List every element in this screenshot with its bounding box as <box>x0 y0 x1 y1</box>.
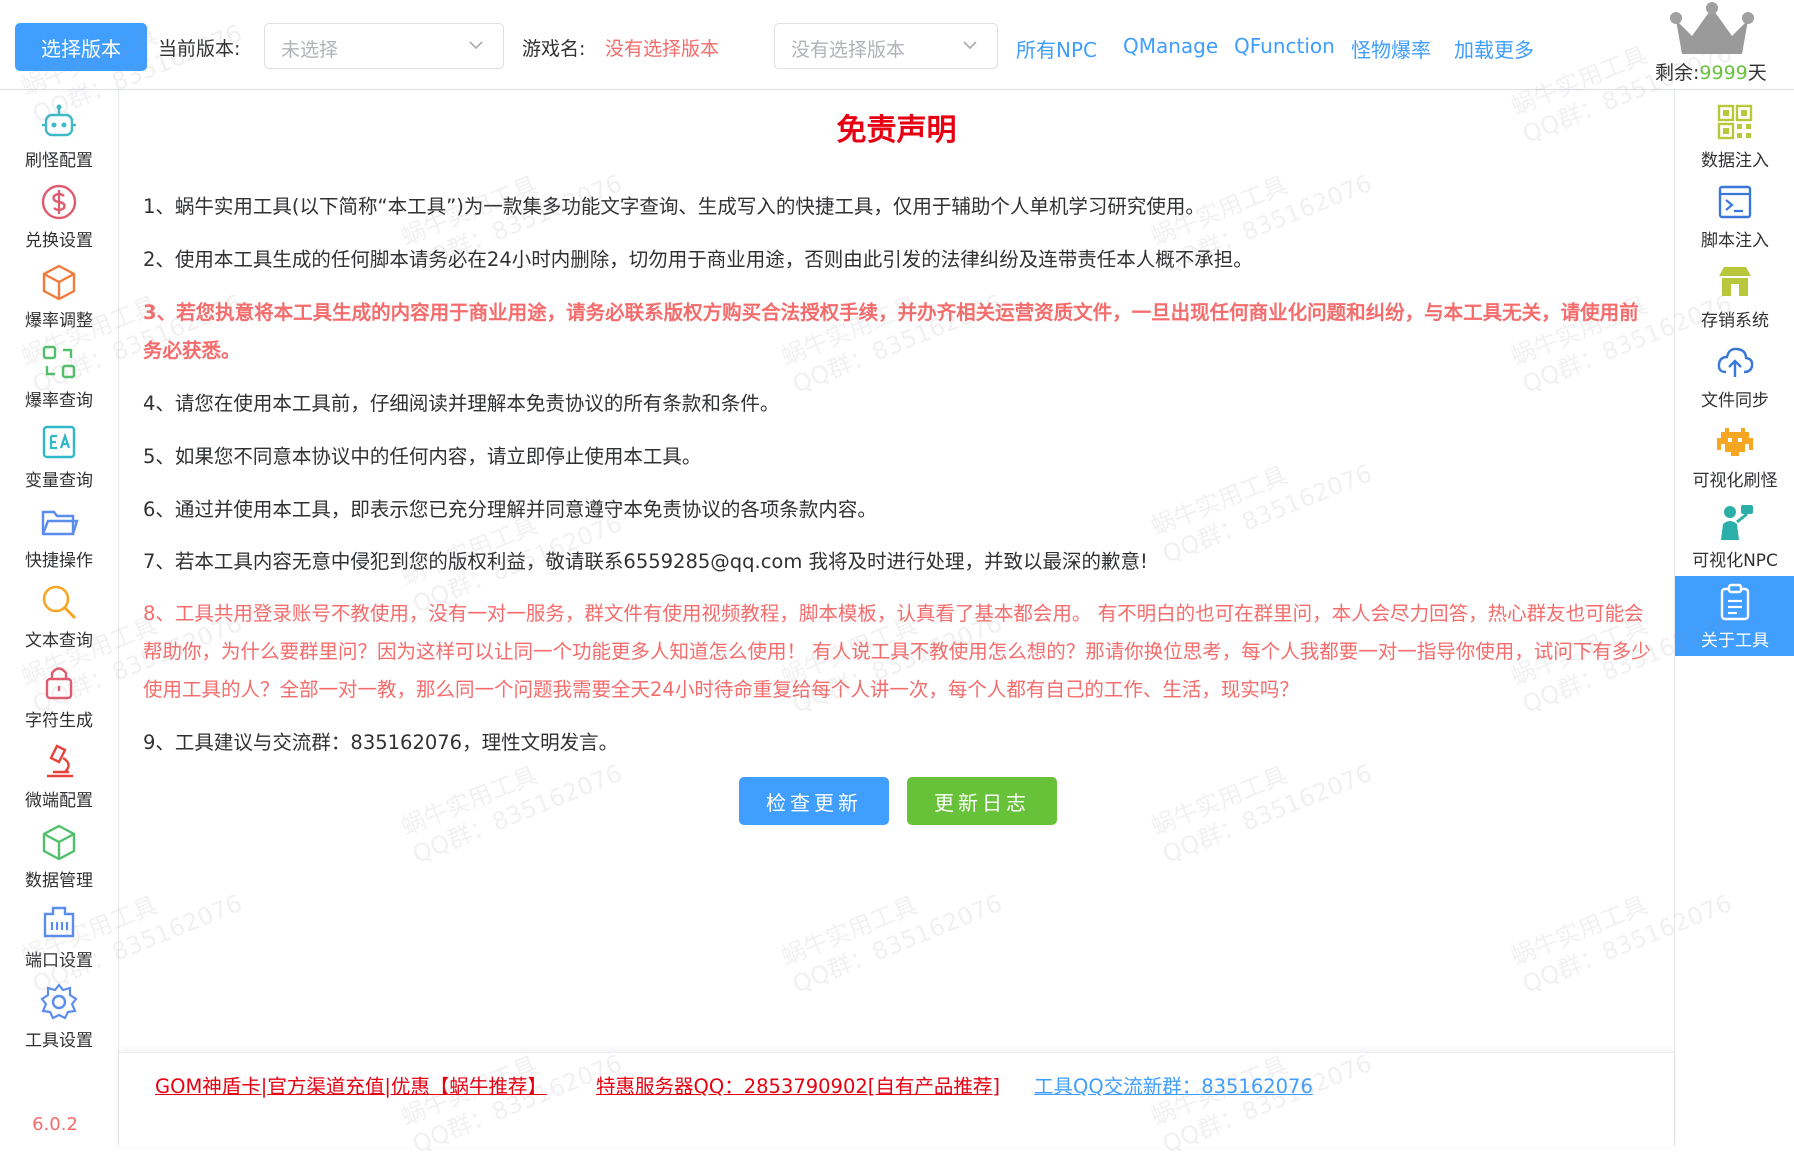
chevron-down-icon <box>469 41 483 50</box>
sidebar-item-microclient-config[interactable]: 微端配置 <box>0 736 118 816</box>
disclaimer-item-5: 5、如果您不同意本协议中的任何内容，请立即停止使用本工具。 <box>143 445 702 468</box>
sidebar-item-variable-query[interactable]: 变量查询 <box>0 416 118 496</box>
cloud-upload-icon <box>1717 347 1754 377</box>
disclaimer-item-3: 3、若您执意将本工具生成的内容用于商业用途，请务必联系版权方购买合法授权手续，并… <box>143 301 1639 362</box>
sidebar-item-char-generate[interactable]: 字符生成 <box>0 656 118 736</box>
microscope-icon <box>47 744 73 778</box>
disclaimer-item-7: 7、若本工具内容无意中侵犯到您的版权利益，敬请联系6559285@qq.com … <box>143 550 1148 573</box>
sidebar-item-label: 文件同步 <box>1701 391 1769 411</box>
sidebar-item-about[interactable]: 关于工具 <box>1675 576 1794 656</box>
right-sidebar: 数据注入 脚本注入 存销系统 文件同步 可视化刷怪 可视化NPC 关于工具 <box>1674 90 1794 1146</box>
sidebar-item-label: 端口设置 <box>25 951 93 971</box>
qrcode-icon <box>1717 104 1753 140</box>
select-version-button[interactable]: 选择版本 <box>15 23 147 71</box>
link-all-npc[interactable]: 所有NPC <box>1016 34 1097 63</box>
magnifier-icon <box>42 585 77 620</box>
store-icon <box>1719 267 1751 296</box>
lock-icon <box>45 667 73 700</box>
sidebar-item-droprate-query[interactable]: 爆率查询 <box>0 336 118 416</box>
game-name-value: 没有选择版本 <box>605 38 720 60</box>
sidebar-item-script-inject[interactable]: 脚本注入 <box>1675 176 1794 256</box>
current-version-label: 当前版本: <box>158 38 241 60</box>
sidebar-item-label: 字符生成 <box>25 711 93 731</box>
clipboard-icon <box>1720 583 1750 621</box>
footer: GOM神盾卡|官方渠道充值|优惠【蜗牛推荐】 特惠服务器QQ：285379090… <box>119 1052 1674 1147</box>
sidebar-item-visual-monster[interactable]: 可视化刷怪 <box>1675 416 1794 496</box>
terminal-icon <box>1718 185 1752 219</box>
link-qmanage[interactable]: QManage <box>1123 34 1218 58</box>
disclaimer-item-6: 6、通过并使用本工具，即表示您已充分理解并同意遵守本免责协议的各项条款内容。 <box>143 498 877 521</box>
top-bar: 选择版本 当前版本: 未选择 游戏名: 没有选择版本 没有选择版本 所有NPC … <box>0 0 1794 90</box>
check-update-button[interactable]: 检查更新 <box>739 777 889 825</box>
footer-link-gom-card[interactable]: GOM神盾卡|官方渠道充值|优惠【蜗牛推荐】 <box>155 1070 547 1099</box>
link-qfunction[interactable]: QFunction <box>1234 34 1335 58</box>
folder-icon <box>41 510 79 536</box>
disclaimer-item-9: 9、工具建议与交流群：835162076，理性文明发言。 <box>143 731 619 754</box>
variable-icon <box>42 425 76 459</box>
left-sidebar: 刷怪配置 兑换设置 爆率调整 爆率查询 变量查询 快捷操作 文本查询 字符生成 … <box>0 90 119 1146</box>
disclaimer-item-2: 2、使用本工具生成的任何脚本请务必在24小时内删除，切勿用于商业用途，否则由此引… <box>143 248 1253 271</box>
sidebar-item-visual-npc[interactable]: 可视化NPC <box>1675 496 1794 576</box>
game-select[interactable]: 没有选择版本 <box>774 23 998 69</box>
sidebar-item-text-query[interactable]: 文本查询 <box>0 576 118 656</box>
main-content: 免责声明 1、蜗牛实用工具(以下简称“本工具”)为一款集多功能文字查询、生成写入… <box>119 90 1674 1052</box>
page-title: 免责声明 <box>836 113 957 148</box>
cube-icon <box>42 264 76 301</box>
footer-link-qq-group[interactable]: 工具QQ交流新群：835162076 <box>1034 1070 1313 1099</box>
sidebar-item-label: 工具设置 <box>25 1031 93 1051</box>
footer-link-server-qq[interactable]: 特惠服务器QQ：2853790902[自有产品推荐] <box>596 1070 1000 1099</box>
sidebar-item-label: 数据管理 <box>25 871 93 891</box>
remaining-unit: 天 <box>1747 62 1767 84</box>
sidebar-item-label: 刷怪配置 <box>25 151 93 171</box>
sidebar-item-file-sync[interactable]: 文件同步 <box>1675 336 1794 416</box>
sidebar-item-label: 微端配置 <box>25 791 93 811</box>
changelog-button[interactable]: 更新日志 <box>907 777 1057 825</box>
sidebar-item-quick-actions[interactable]: 快捷操作 <box>0 496 118 576</box>
remaining-label: 剩余: <box>1655 62 1700 84</box>
game-name-label: 游戏名: <box>522 38 586 60</box>
disclaimer-item-4: 4、请您在使用本工具前，仔细阅读并理解本免责协议的所有条款和条件。 <box>143 392 780 415</box>
sidebar-item-label: 兑换设置 <box>25 231 93 251</box>
sidebar-item-label: 关于工具 <box>1701 631 1769 651</box>
sidebar-item-exchange-settings[interactable]: 兑换设置 <box>0 176 118 256</box>
sidebar-item-inventory-system[interactable]: 存销系统 <box>1675 256 1794 336</box>
gear-icon <box>40 983 78 1020</box>
sidebar-item-label: 数据注入 <box>1701 151 1769 171</box>
sidebar-item-label: 文本查询 <box>25 631 93 651</box>
version-number: 6.0.2 <box>32 1114 78 1135</box>
chevron-down-icon <box>963 41 977 50</box>
sidebar-item-label: 可视化NPC <box>1692 551 1778 571</box>
sidebar-item-tool-settings[interactable]: 工具设置 <box>0 976 118 1056</box>
remaining-value: 9999 <box>1699 62 1748 84</box>
sidebar-item-data-management[interactable]: 数据管理 <box>0 816 118 896</box>
link-monster-droprate[interactable]: 怪物爆率 <box>1351 34 1431 63</box>
disclaimer-item-1: 1、蜗牛实用工具(以下简称“本工具”)为一款集多功能文字查询、生成写入的快捷工具… <box>143 195 1205 218</box>
version-select[interactable]: 未选择 <box>264 23 504 69</box>
sidebar-item-label: 可视化刷怪 <box>1692 471 1778 491</box>
version-select-placeholder: 未选择 <box>281 39 339 61</box>
sidebar-item-label: 爆率查询 <box>25 391 93 411</box>
sidebar-item-label: 脚本注入 <box>1701 231 1769 251</box>
remaining-days: 剩余:9999天 <box>1655 58 1767 85</box>
refresh-grid-icon <box>42 345 76 379</box>
sidebar-item-port-settings[interactable]: 端口设置 <box>0 896 118 976</box>
sidebar-item-droprate-adjust[interactable]: 爆率调整 <box>0 256 118 336</box>
npc-icon <box>1721 505 1753 540</box>
disclaimer-item-8: 8、工具共用登录账号不教使用，没有一对一服务，群文件有使用视频教程，脚本模板，认… <box>143 602 1651 701</box>
sidebar-item-data-inject[interactable]: 数据注入 <box>1675 96 1794 176</box>
sidebar-item-label: 变量查询 <box>25 471 93 491</box>
crown-icon <box>1670 2 1754 54</box>
game-select-placeholder: 没有选择版本 <box>791 39 906 61</box>
sidebar-item-monster-config[interactable]: 刷怪配置 <box>0 96 118 176</box>
robot-icon <box>42 104 76 137</box>
link-load-more[interactable]: 加载更多 <box>1454 34 1534 63</box>
port-icon <box>43 906 75 938</box>
sidebar-item-label: 快捷操作 <box>25 551 93 571</box>
sidebar-item-label: 爆率调整 <box>25 311 93 331</box>
space-invader-icon <box>1717 428 1753 456</box>
dollar-icon <box>41 184 77 220</box>
sidebar-item-label: 存销系统 <box>1701 311 1769 331</box>
box-icon <box>42 824 76 861</box>
